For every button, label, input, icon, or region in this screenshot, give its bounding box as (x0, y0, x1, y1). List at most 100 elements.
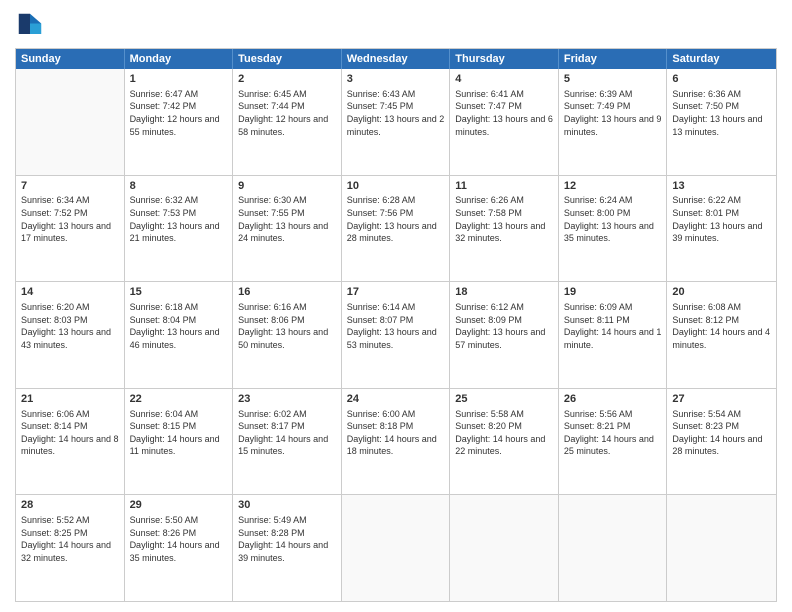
cell-date-number: 17 (347, 285, 445, 300)
cell-date-number: 2 (238, 72, 336, 87)
cell-date-number: 18 (455, 285, 553, 300)
cell-sun-info: Sunrise: 6:36 AMSunset: 7:50 PMDaylight:… (672, 88, 771, 138)
cell-date-number: 3 (347, 72, 445, 87)
cell-date-number: 19 (564, 285, 662, 300)
cell-sun-info: Sunrise: 6:00 AMSunset: 8:18 PMDaylight:… (347, 408, 445, 458)
cell-sun-info: Sunrise: 5:58 AMSunset: 8:20 PMDaylight:… (455, 408, 553, 458)
cell-sun-info: Sunrise: 6:28 AMSunset: 7:56 PMDaylight:… (347, 194, 445, 244)
calendar-header: SundayMondayTuesdayWednesdayThursdayFrid… (16, 49, 776, 69)
calendar-cell: 7Sunrise: 6:34 AMSunset: 7:52 PMDaylight… (16, 176, 125, 282)
weekday-header: Thursday (450, 49, 559, 69)
calendar: SundayMondayTuesdayWednesdayThursdayFrid… (15, 48, 777, 602)
weekday-header: Monday (125, 49, 234, 69)
cell-sun-info: Sunrise: 6:43 AMSunset: 7:45 PMDaylight:… (347, 88, 445, 138)
cell-date-number: 16 (238, 285, 336, 300)
calendar-cell: 27Sunrise: 5:54 AMSunset: 8:23 PMDayligh… (667, 389, 776, 495)
cell-date-number: 25 (455, 392, 553, 407)
logo-icon (15, 10, 45, 40)
cell-date-number: 29 (130, 498, 228, 513)
cell-date-number: 5 (564, 72, 662, 87)
cell-sun-info: Sunrise: 6:12 AMSunset: 8:09 PMDaylight:… (455, 301, 553, 351)
cell-sun-info: Sunrise: 6:47 AMSunset: 7:42 PMDaylight:… (130, 88, 228, 138)
logo (15, 10, 49, 40)
calendar-cell: 19Sunrise: 6:09 AMSunset: 8:11 PMDayligh… (559, 282, 668, 388)
calendar-week-row: 7Sunrise: 6:34 AMSunset: 7:52 PMDaylight… (16, 176, 776, 283)
cell-sun-info: Sunrise: 6:20 AMSunset: 8:03 PMDaylight:… (21, 301, 119, 351)
cell-sun-info: Sunrise: 6:41 AMSunset: 7:47 PMDaylight:… (455, 88, 553, 138)
cell-sun-info: Sunrise: 6:45 AMSunset: 7:44 PMDaylight:… (238, 88, 336, 138)
calendar-cell: 22Sunrise: 6:04 AMSunset: 8:15 PMDayligh… (125, 389, 234, 495)
cell-sun-info: Sunrise: 6:24 AMSunset: 8:00 PMDaylight:… (564, 194, 662, 244)
calendar-cell: 16Sunrise: 6:16 AMSunset: 8:06 PMDayligh… (233, 282, 342, 388)
calendar-cell: 5Sunrise: 6:39 AMSunset: 7:49 PMDaylight… (559, 69, 668, 175)
header (15, 10, 777, 40)
calendar-cell: 26Sunrise: 5:56 AMSunset: 8:21 PMDayligh… (559, 389, 668, 495)
cell-sun-info: Sunrise: 6:34 AMSunset: 7:52 PMDaylight:… (21, 194, 119, 244)
weekday-header: Friday (559, 49, 668, 69)
calendar-cell: 24Sunrise: 6:00 AMSunset: 8:18 PMDayligh… (342, 389, 451, 495)
calendar-cell: 30Sunrise: 5:49 AMSunset: 8:28 PMDayligh… (233, 495, 342, 601)
calendar-cell: 13Sunrise: 6:22 AMSunset: 8:01 PMDayligh… (667, 176, 776, 282)
calendar-cell: 3Sunrise: 6:43 AMSunset: 7:45 PMDaylight… (342, 69, 451, 175)
cell-date-number: 8 (130, 179, 228, 194)
cell-date-number: 28 (21, 498, 119, 513)
cell-date-number: 20 (672, 285, 771, 300)
weekday-header: Sunday (16, 49, 125, 69)
calendar-cell: 15Sunrise: 6:18 AMSunset: 8:04 PMDayligh… (125, 282, 234, 388)
cell-date-number: 26 (564, 392, 662, 407)
cell-sun-info: Sunrise: 6:06 AMSunset: 8:14 PMDaylight:… (21, 408, 119, 458)
weekday-header: Tuesday (233, 49, 342, 69)
cell-date-number: 13 (672, 179, 771, 194)
calendar-week-row: 28Sunrise: 5:52 AMSunset: 8:25 PMDayligh… (16, 495, 776, 601)
cell-date-number: 27 (672, 392, 771, 407)
cell-date-number: 30 (238, 498, 336, 513)
cell-sun-info: Sunrise: 5:56 AMSunset: 8:21 PMDaylight:… (564, 408, 662, 458)
cell-sun-info: Sunrise: 5:49 AMSunset: 8:28 PMDaylight:… (238, 514, 336, 564)
calendar-week-row: 14Sunrise: 6:20 AMSunset: 8:03 PMDayligh… (16, 282, 776, 389)
calendar-cell: 28Sunrise: 5:52 AMSunset: 8:25 PMDayligh… (16, 495, 125, 601)
calendar-cell: 1Sunrise: 6:47 AMSunset: 7:42 PMDaylight… (125, 69, 234, 175)
calendar-cell (559, 495, 668, 601)
cell-sun-info: Sunrise: 6:32 AMSunset: 7:53 PMDaylight:… (130, 194, 228, 244)
cell-sun-info: Sunrise: 6:18 AMSunset: 8:04 PMDaylight:… (130, 301, 228, 351)
cell-date-number: 15 (130, 285, 228, 300)
cell-sun-info: Sunrise: 6:09 AMSunset: 8:11 PMDaylight:… (564, 301, 662, 351)
cell-sun-info: Sunrise: 6:08 AMSunset: 8:12 PMDaylight:… (672, 301, 771, 351)
calendar-cell: 9Sunrise: 6:30 AMSunset: 7:55 PMDaylight… (233, 176, 342, 282)
cell-date-number: 24 (347, 392, 445, 407)
cell-sun-info: Sunrise: 6:04 AMSunset: 8:15 PMDaylight:… (130, 408, 228, 458)
calendar-cell: 10Sunrise: 6:28 AMSunset: 7:56 PMDayligh… (342, 176, 451, 282)
cell-sun-info: Sunrise: 5:52 AMSunset: 8:25 PMDaylight:… (21, 514, 119, 564)
calendar-cell: 8Sunrise: 6:32 AMSunset: 7:53 PMDaylight… (125, 176, 234, 282)
calendar-body: 1Sunrise: 6:47 AMSunset: 7:42 PMDaylight… (16, 69, 776, 601)
cell-sun-info: Sunrise: 6:02 AMSunset: 8:17 PMDaylight:… (238, 408, 336, 458)
calendar-cell (667, 495, 776, 601)
calendar-cell: 4Sunrise: 6:41 AMSunset: 7:47 PMDaylight… (450, 69, 559, 175)
cell-sun-info: Sunrise: 5:50 AMSunset: 8:26 PMDaylight:… (130, 514, 228, 564)
weekday-header: Saturday (667, 49, 776, 69)
calendar-cell: 12Sunrise: 6:24 AMSunset: 8:00 PMDayligh… (559, 176, 668, 282)
calendar-cell: 17Sunrise: 6:14 AMSunset: 8:07 PMDayligh… (342, 282, 451, 388)
calendar-cell: 23Sunrise: 6:02 AMSunset: 8:17 PMDayligh… (233, 389, 342, 495)
calendar-cell: 14Sunrise: 6:20 AMSunset: 8:03 PMDayligh… (16, 282, 125, 388)
calendar-cell: 21Sunrise: 6:06 AMSunset: 8:14 PMDayligh… (16, 389, 125, 495)
cell-sun-info: Sunrise: 6:30 AMSunset: 7:55 PMDaylight:… (238, 194, 336, 244)
calendar-cell: 29Sunrise: 5:50 AMSunset: 8:26 PMDayligh… (125, 495, 234, 601)
cell-sun-info: Sunrise: 6:22 AMSunset: 8:01 PMDaylight:… (672, 194, 771, 244)
cell-date-number: 21 (21, 392, 119, 407)
cell-sun-info: Sunrise: 6:14 AMSunset: 8:07 PMDaylight:… (347, 301, 445, 351)
cell-date-number: 9 (238, 179, 336, 194)
cell-date-number: 11 (455, 179, 553, 194)
calendar-cell: 20Sunrise: 6:08 AMSunset: 8:12 PMDayligh… (667, 282, 776, 388)
cell-date-number: 6 (672, 72, 771, 87)
cell-date-number: 14 (21, 285, 119, 300)
calendar-cell: 2Sunrise: 6:45 AMSunset: 7:44 PMDaylight… (233, 69, 342, 175)
cell-date-number: 23 (238, 392, 336, 407)
cell-date-number: 22 (130, 392, 228, 407)
calendar-cell: 11Sunrise: 6:26 AMSunset: 7:58 PMDayligh… (450, 176, 559, 282)
weekday-header: Wednesday (342, 49, 451, 69)
cell-sun-info: Sunrise: 5:54 AMSunset: 8:23 PMDaylight:… (672, 408, 771, 458)
calendar-cell: 18Sunrise: 6:12 AMSunset: 8:09 PMDayligh… (450, 282, 559, 388)
calendar-cell (16, 69, 125, 175)
cell-date-number: 1 (130, 72, 228, 87)
